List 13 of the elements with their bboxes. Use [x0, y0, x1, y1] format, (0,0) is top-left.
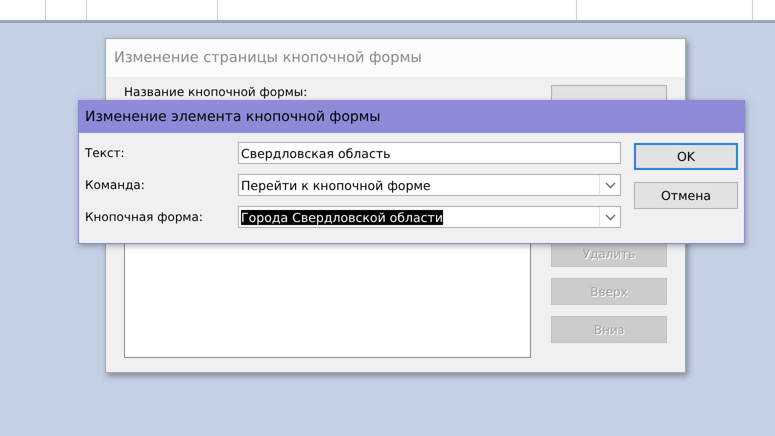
dialog-button[interactable]: Отмена — [634, 182, 738, 209]
text-field[interactable]: Свердловская область — [238, 142, 621, 164]
dropdown-field[interactable]: Города Свердловской области — [238, 206, 621, 228]
field-label: Текст: — [85, 146, 126, 160]
field-label: Команда: — [85, 178, 146, 192]
dropdown-field[interactable]: Перейти к кнопочной форме — [238, 174, 621, 196]
window-title: Изменение страницы кнопочной формы — [106, 39, 685, 77]
field-label: Кнопочная форма: — [85, 210, 204, 224]
dialog-button[interactable]: OK — [634, 143, 738, 170]
chevron-down-icon[interactable] — [604, 182, 616, 188]
chevron-down-icon[interactable] — [604, 214, 616, 220]
form-name-label: Название кнопочной формы: — [124, 85, 308, 99]
dialog-title: Изменение элемента кнопочной формы — [79, 101, 744, 133]
